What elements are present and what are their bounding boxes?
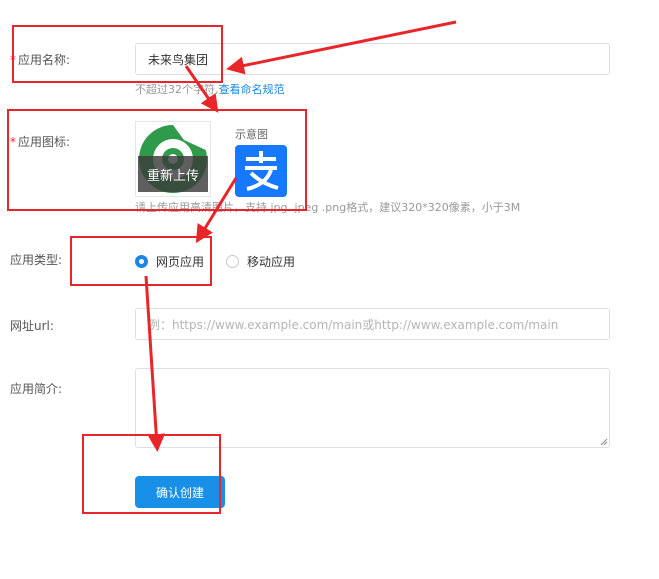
arrow-to-icon <box>184 65 219 113</box>
annotation-arrows <box>144 20 457 452</box>
arrow-to-name <box>226 20 457 75</box>
arrow-to-type <box>195 177 238 244</box>
arrow-to-submit <box>144 275 166 452</box>
